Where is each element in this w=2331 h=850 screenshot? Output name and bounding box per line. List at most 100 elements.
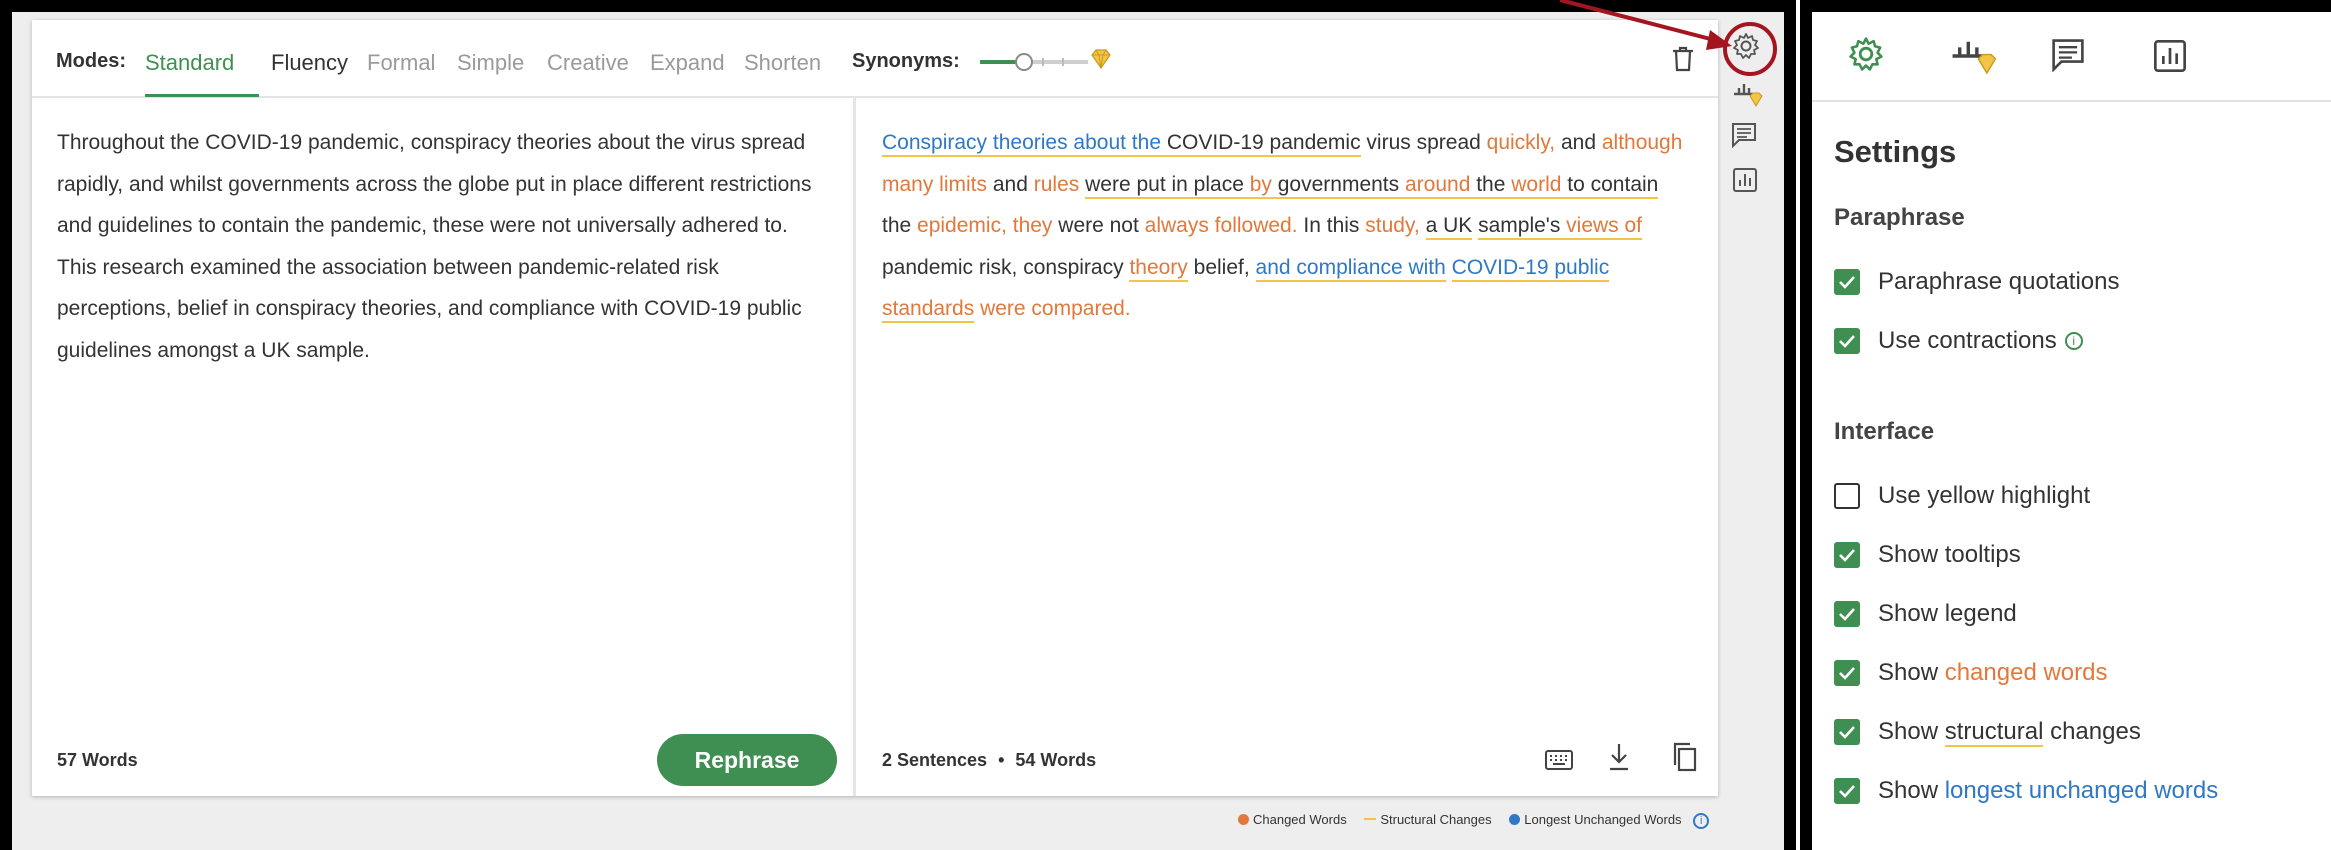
synonyms-slider-knob[interactable] (1015, 53, 1034, 71)
checkbox-checked[interactable] (1834, 542, 1860, 568)
option-label: Use contractions (1878, 327, 2057, 354)
info-icon[interactable]: i (2064, 332, 2083, 350)
longest-unchanged-words[interactable]: and compliance with (1255, 255, 1446, 282)
output-word[interactable] (1446, 256, 1452, 279)
stats-separator: • (998, 750, 1005, 770)
option-label-prefix: Show (1878, 777, 1945, 804)
keyboard-icon[interactable] (1545, 750, 1573, 770)
legend: Changed Words Structural Changes Longest… (1238, 812, 1710, 829)
interface-section-title: Interface (1834, 418, 1935, 445)
checkbox-checked[interactable] (1834, 269, 1860, 295)
structural-change[interactable]: to contain (1561, 172, 1659, 199)
structural-change[interactable]: governments (1271, 172, 1405, 199)
changed-word[interactable]: study, (1365, 214, 1419, 237)
output-word[interactable]: the (882, 214, 917, 237)
output-word[interactable]: and (1555, 131, 1602, 154)
settings-title: Settings (1834, 134, 1957, 169)
checkbox-checked[interactable] (1834, 660, 1860, 686)
checkbox-checked[interactable] (1834, 601, 1860, 627)
mode-shorten[interactable]: Shorten (744, 50, 821, 76)
statistics-icon[interactable] (1733, 168, 1757, 192)
mode-expand[interactable]: Expand (650, 50, 725, 76)
legend-longest: Longest Unchanged Words (1524, 812, 1682, 827)
slider-tick (1062, 58, 1064, 66)
checkbox-checked[interactable] (1834, 719, 1860, 745)
panel-tabs (1812, 12, 2331, 102)
structural-change[interactable]: sample's (1478, 214, 1567, 240)
option-label: Show legend (1878, 600, 2017, 627)
mode-standard[interactable]: Standard (145, 50, 234, 76)
changed-word[interactable]: epidemic, they (917, 214, 1052, 237)
settings-gear-icon[interactable] (1848, 36, 1884, 72)
rephrase-button[interactable]: Rephrase (657, 734, 837, 786)
paraphrase-section-title: Paraphrase (1834, 204, 1965, 231)
changed-word[interactable]: always followed. (1145, 214, 1298, 237)
changed-word[interactable]: standards (882, 297, 975, 323)
structural-change[interactable]: COVID-19 pandemic (1161, 131, 1361, 157)
option-label-highlight: longest unchanged words (1944, 777, 2219, 804)
option-show-longest-unchanged-words[interactable]: Show longest unchanged words (1834, 775, 2218, 807)
option-label: Show longest unchanged words (1878, 777, 2218, 805)
structural-change[interactable]: were put in place (1085, 172, 1250, 199)
option-label: Use yellow highlight (1878, 482, 2091, 509)
changed-word[interactable]: world (1511, 172, 1562, 199)
option-label-highlight: changed words (1944, 659, 2108, 686)
longest-unchanged-words[interactable]: Conspiracy theories about the (882, 131, 1161, 157)
modes-label: Modes: (56, 50, 126, 72)
legend-changed: Changed Words (1253, 812, 1347, 827)
statistics-icon[interactable] (2154, 40, 2186, 72)
input-textarea[interactable]: Throughout the COVID-19 pandemic, conspi… (57, 122, 827, 371)
option-use-contractions[interactable]: Use contractions i (1834, 325, 2083, 357)
mode-simple[interactable]: Simple (457, 50, 524, 76)
output-word[interactable]: virus spread (1361, 131, 1487, 154)
changed-word[interactable]: views of (1566, 214, 1643, 240)
option-label-prefix: Show (1878, 718, 1945, 745)
output-stats: 2 Sentences • 54 Words (882, 750, 1096, 771)
legend-structural: Structural Changes (1380, 812, 1492, 827)
changed-word[interactable]: around (1404, 172, 1471, 199)
slider-tick (1042, 58, 1044, 66)
synonyms-label: Synonyms: (852, 50, 960, 72)
output-word[interactable]: were not (1052, 214, 1144, 237)
copy-icon[interactable] (1672, 742, 1698, 772)
comment-icon[interactable] (2051, 38, 2085, 72)
mode-fluency[interactable]: Fluency (271, 50, 348, 76)
changed-word[interactable]: rules (1034, 173, 1080, 196)
panes-divider (853, 98, 856, 796)
legend-info-icon[interactable]: i (1693, 812, 1710, 829)
option-label: Show tooltips (1878, 541, 2021, 568)
option-paraphrase-quotations[interactable]: Paraphrase quotations (1834, 266, 2120, 298)
checkbox-checked[interactable] (1834, 778, 1860, 804)
output-word[interactable]: belief, (1188, 256, 1256, 279)
structural-change[interactable]: the (1470, 172, 1512, 199)
changed-word[interactable]: quickly, (1487, 131, 1555, 154)
compare-modes-premium-icon[interactable] (1730, 80, 1764, 108)
mode-creative[interactable]: Creative (547, 50, 629, 76)
option-use-yellow-highlight[interactable]: Use yellow highlight (1834, 480, 2090, 512)
output-word[interactable]: pandemic risk, conspiracy (882, 256, 1129, 279)
option-show-structural-changes[interactable]: Show structural changes (1834, 716, 2141, 748)
compare-modes-premium-icon[interactable] (1947, 36, 2001, 76)
checkbox-unchecked[interactable] (1834, 483, 1860, 509)
option-show-legend[interactable]: Show legend (1834, 598, 2017, 630)
option-show-tooltips[interactable]: Show tooltips (1834, 539, 2021, 571)
option-label-suffix: changes (2043, 718, 2141, 745)
changed-word[interactable]: by (1249, 172, 1272, 199)
output-word[interactable]: In this (1298, 214, 1366, 237)
changed-word[interactable]: were compared. (974, 297, 1131, 320)
output-word[interactable] (1420, 214, 1426, 237)
active-mode-underline (145, 94, 259, 97)
download-icon[interactable] (1607, 742, 1631, 772)
option-label: Show changed words (1878, 659, 2107, 687)
output-word[interactable]: and (987, 173, 1034, 196)
checkbox-checked[interactable] (1834, 328, 1860, 354)
changed-word[interactable]: theory (1129, 255, 1188, 282)
longest-unchanged-words[interactable]: COVID-19 public (1451, 255, 1610, 282)
output-text[interactable]: Conspiracy theories about the COVID-19 p… (882, 122, 1692, 330)
input-word-count: 57 Words (57, 750, 138, 770)
option-show-changed-words[interactable]: Show changed words (1834, 657, 2107, 689)
option-label: Show structural changes (1878, 718, 2141, 747)
structural-change[interactable]: a UK (1425, 214, 1473, 240)
comment-icon[interactable] (1731, 122, 1757, 148)
mode-formal[interactable]: Formal (367, 50, 435, 76)
